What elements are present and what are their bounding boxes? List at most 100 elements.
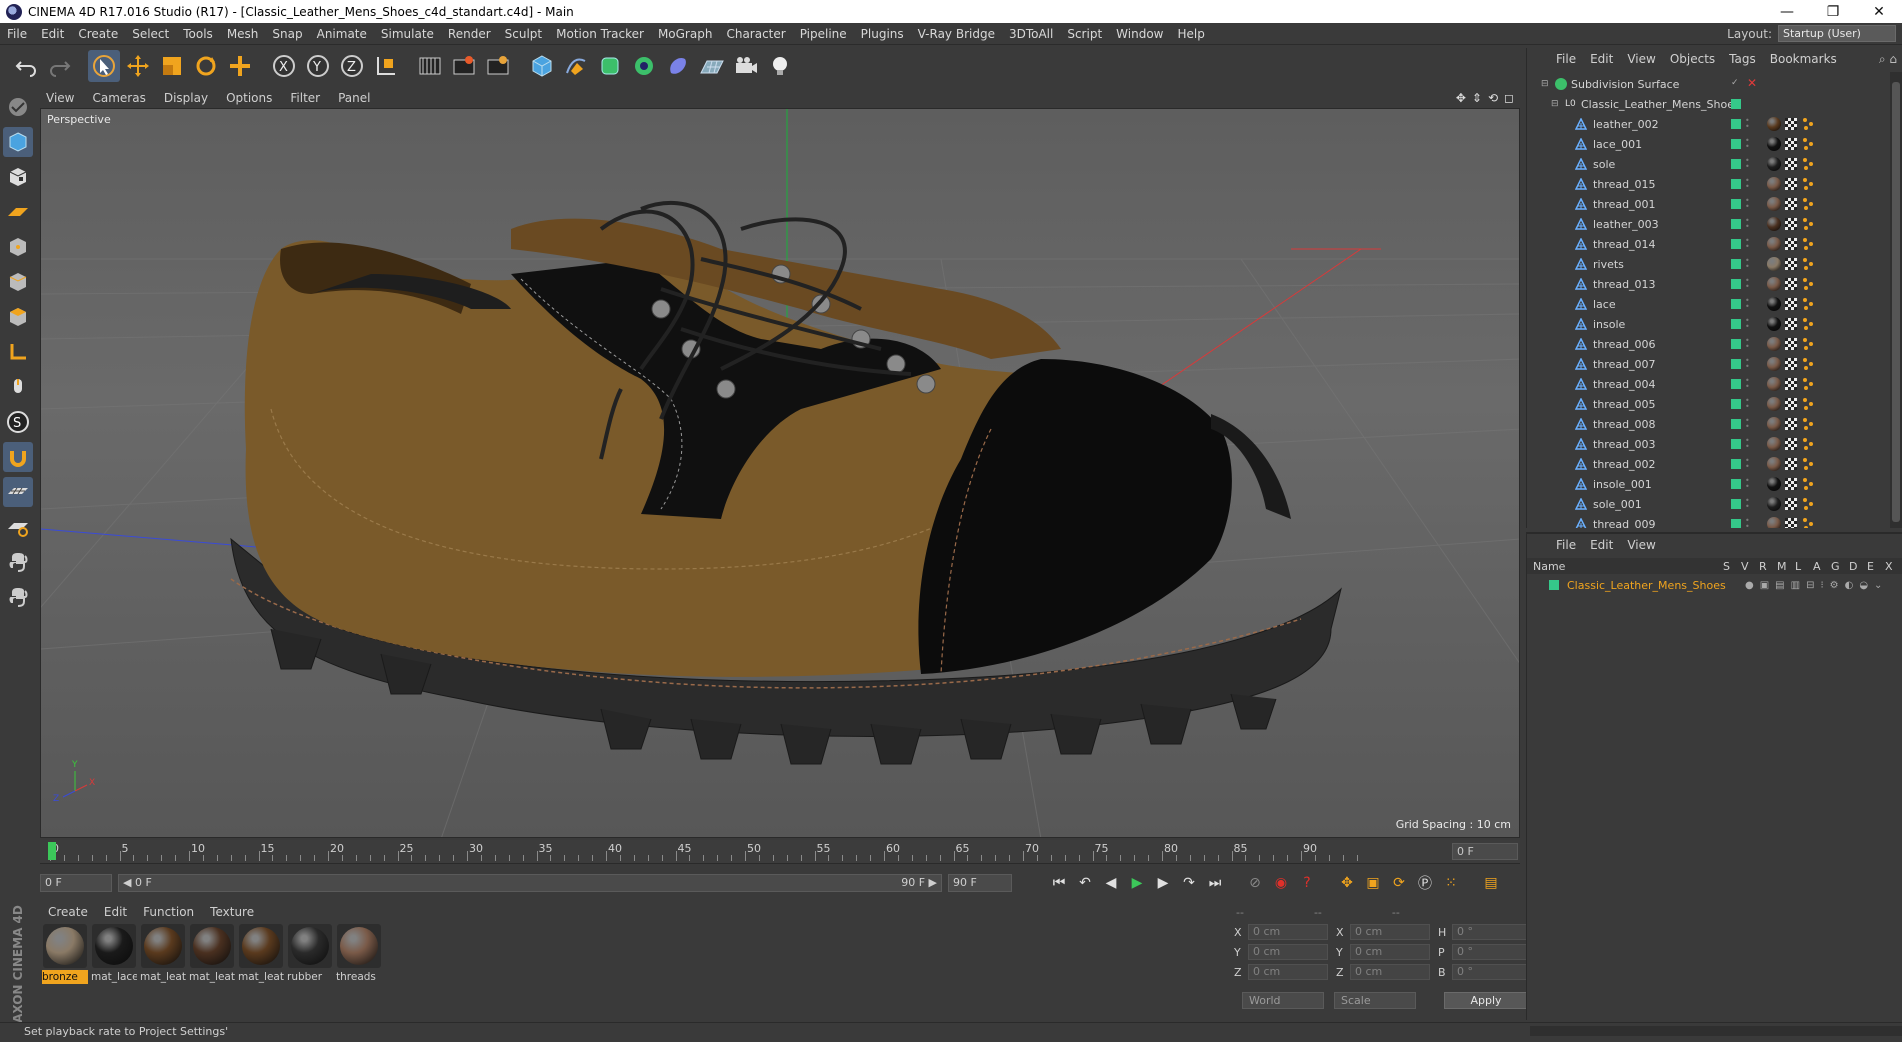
visibility-dot[interactable] [1731, 259, 1741, 269]
visibility-dot[interactable] [1731, 459, 1741, 469]
menu-animate[interactable]: Animate [310, 27, 374, 41]
visibility-dot[interactable] [1731, 319, 1741, 329]
uvw-tag-icon[interactable] [1785, 418, 1797, 430]
phong-tag-icon[interactable] [1801, 297, 1815, 311]
visibility-dot[interactable] [1731, 439, 1741, 449]
material-tag-icon[interactable] [1767, 357, 1781, 371]
menu-render[interactable]: Render [441, 27, 498, 41]
menu-select[interactable]: Select [125, 27, 176, 41]
phong-tag-icon[interactable] [1801, 517, 1815, 528]
uvw-tag-icon[interactable] [1785, 498, 1797, 510]
collapse-icon[interactable]: ⊟ [1541, 78, 1553, 90]
uvw-tag-icon[interactable] [1785, 438, 1797, 450]
object-row[interactable]: thread_003 • • [1527, 434, 1889, 454]
uvw-tag-icon[interactable] [1785, 278, 1797, 290]
make-editable-icon[interactable] [3, 92, 33, 122]
phong-tag-icon[interactable] [1801, 437, 1815, 451]
material-tag-icon[interactable] [1767, 417, 1781, 431]
material-tag-icon[interactable] [1767, 197, 1781, 211]
visibility-dot[interactable] [1731, 119, 1741, 129]
menu-script[interactable]: Script [1060, 27, 1109, 41]
editor-render-visibility-icon[interactable]: • • [1745, 497, 1750, 511]
phong-tag-icon[interactable] [1801, 117, 1815, 131]
playhead[interactable] [48, 842, 56, 860]
object-row[interactable]: thread_005 • • [1527, 394, 1889, 414]
key-rotation-icon[interactable]: ⟳ [1386, 870, 1412, 896]
material-tag-icon[interactable] [1767, 217, 1781, 231]
render-view-icon[interactable] [414, 50, 446, 82]
object-row[interactable]: thread_006 • • [1527, 334, 1889, 354]
visibility-dot[interactable] [1731, 419, 1741, 429]
menu-simulate[interactable]: Simulate [374, 27, 441, 41]
edges-mode-icon[interactable] [3, 267, 33, 297]
render-settings-icon[interactable] [482, 50, 514, 82]
start-frame-field[interactable]: 0 F [40, 874, 112, 892]
material-swatch[interactable]: mat_leat [140, 924, 186, 1016]
uvw-tag-icon[interactable] [1785, 118, 1797, 130]
menu-character[interactable]: Character [719, 27, 792, 41]
rotation-field[interactable]: 0 ° [1452, 944, 1532, 960]
move-icon[interactable] [122, 50, 154, 82]
layer-menu-file[interactable]: File [1549, 538, 1583, 552]
transform-mode-dropdown[interactable]: Scale [1334, 992, 1416, 1009]
object-row[interactable]: leather_002 • • [1527, 114, 1889, 134]
menu-edit[interactable]: Edit [34, 27, 71, 41]
pen-spline-icon[interactable] [560, 50, 592, 82]
phong-tag-icon[interactable] [1801, 337, 1815, 351]
visibility-dot[interactable] [1731, 199, 1741, 209]
editor-render-visibility-icon[interactable]: • • [1745, 177, 1750, 191]
visibility-dot[interactable] [1731, 499, 1741, 509]
phong-tag-icon[interactable] [1801, 357, 1815, 371]
phong-tag-icon[interactable] [1801, 497, 1815, 511]
visibility-dot[interactable] [1731, 479, 1741, 489]
uvw-tag-icon[interactable] [1785, 318, 1797, 330]
pan-view-icon[interactable]: ✥ [1456, 91, 1466, 105]
uvw-tag-icon[interactable] [1785, 158, 1797, 170]
menu-help[interactable]: Help [1170, 27, 1211, 41]
next-frame-icon[interactable]: ▶ [1150, 870, 1176, 896]
collapse-icon[interactable]: ⊟ [1551, 98, 1563, 110]
editor-render-visibility-icon[interactable]: • • [1745, 477, 1750, 491]
uvw-tag-icon[interactable] [1785, 338, 1797, 350]
apply-button[interactable]: Apply [1444, 992, 1528, 1009]
cube-primitive-icon[interactable] [526, 50, 558, 82]
editor-render-visibility-icon[interactable]: • • [1745, 237, 1750, 251]
objects-menu-tags[interactable]: Tags [1722, 52, 1763, 66]
material-tag-icon[interactable] [1767, 497, 1781, 511]
material-menu-texture[interactable]: Texture [202, 905, 262, 919]
zoom-view-icon[interactable]: ⇕ [1472, 91, 1482, 105]
material-swatch[interactable]: rubber [287, 924, 333, 1016]
python-icon[interactable] [3, 547, 33, 577]
menu-plugins[interactable]: Plugins [854, 27, 911, 41]
enable-snap-icon[interactable] [3, 442, 33, 472]
subdivision-nurbs-icon[interactable] [594, 50, 626, 82]
editor-render-visibility-icon[interactable]: • • [1745, 117, 1750, 131]
phong-tag-icon[interactable] [1801, 417, 1815, 431]
uvw-tag-icon[interactable] [1785, 458, 1797, 470]
visibility-dot[interactable] [1731, 359, 1741, 369]
editor-render-visibility-icon[interactable]: • • [1745, 317, 1750, 331]
uvw-tag-icon[interactable] [1785, 478, 1797, 490]
material-menu-edit[interactable]: Edit [96, 905, 135, 919]
x-axis-icon[interactable]: X [268, 50, 300, 82]
visibility-dot[interactable] [1731, 139, 1741, 149]
snap-icon[interactable]: S [3, 407, 33, 437]
menu-file[interactable]: File [0, 27, 34, 41]
timeline-layout-icon[interactable]: ▤ [1478, 870, 1504, 896]
editor-render-visibility-icon[interactable]: • • [1745, 277, 1750, 291]
uvw-tag-icon[interactable] [1785, 358, 1797, 370]
objects-menu-bookmarks[interactable]: Bookmarks [1763, 52, 1844, 66]
previous-frame-icon[interactable]: ◀ [1098, 870, 1124, 896]
uvw-tag-icon[interactable] [1785, 258, 1797, 270]
uvw-tag-icon[interactable] [1785, 238, 1797, 250]
object-row[interactable]: thread_008 • • [1527, 414, 1889, 434]
object-row[interactable]: insole • • [1527, 314, 1889, 334]
visibility-dot[interactable] [1731, 339, 1741, 349]
menu-mograph[interactable]: MoGraph [651, 27, 720, 41]
position-field[interactable]: 0 cm [1248, 944, 1328, 960]
coordinate-system-icon[interactable] [370, 50, 402, 82]
visibility-dot[interactable] [1731, 299, 1741, 309]
object-row[interactable]: lace • • [1527, 294, 1889, 314]
redo-icon[interactable] [44, 50, 76, 82]
y-axis-icon[interactable]: Y [302, 50, 334, 82]
